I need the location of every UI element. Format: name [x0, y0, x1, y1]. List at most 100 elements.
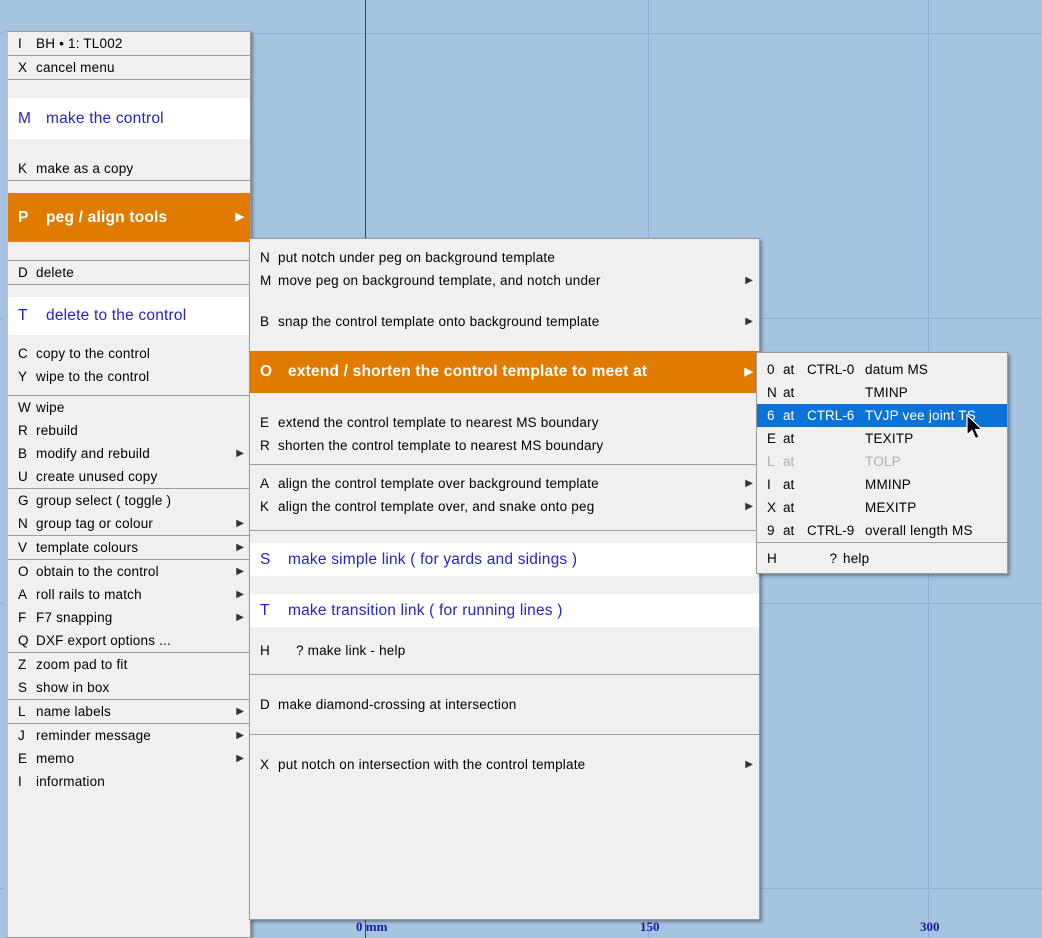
menu-key: N	[260, 250, 270, 265]
menu-label: extend the control template to nearest M…	[278, 415, 599, 430]
menu-spacer	[250, 457, 759, 464]
menu-spacer	[8, 388, 250, 395]
menu-label: put notch under peg on background templa…	[278, 250, 556, 265]
peg-align-tools-submenu[interactable]: N put notch under peg on background temp…	[249, 238, 760, 920]
menu-label: name labels	[36, 704, 111, 719]
menu-item-meet-at-texitp[interactable]: E at TEXITP	[757, 427, 1007, 450]
menu-item-snap-control-onto-background[interactable]: B snap the control template onto backgro…	[250, 310, 759, 333]
menu-item-information[interactable]: I information	[8, 770, 250, 793]
menu-item-memo[interactable]: E memo ▶	[8, 747, 250, 770]
menu-label: peg / align tools	[46, 208, 168, 226]
menu-key: B	[260, 314, 270, 329]
menu-item-put-notch-on-intersection[interactable]: X put notch on intersection with the con…	[250, 753, 759, 776]
submenu-arrow-icon: ▶	[236, 588, 244, 600]
menu-item-template-colours[interactable]: V template colours ▶	[8, 536, 250, 559]
menu-key: H	[767, 551, 777, 566]
menu-item-create-unused-copy[interactable]: U create unused copy	[8, 465, 250, 488]
menu-spacer	[250, 393, 759, 411]
menu-key: E	[18, 751, 28, 766]
menu-label: template colours	[36, 540, 139, 555]
menu-at-word: at	[783, 454, 795, 469]
submenu-arrow-icon: ▶	[236, 729, 244, 741]
menu-key: R	[260, 438, 270, 453]
menu-key: K	[260, 499, 270, 514]
menu-key: H	[260, 643, 270, 658]
menu-item-rebuild[interactable]: R rebuild	[8, 419, 250, 442]
menu-item-put-notch-under-peg[interactable]: N put notch under peg on background temp…	[250, 246, 759, 269]
main-context-menu[interactable]: I BH • 1: TL002 X cancel menu M make the…	[4, 31, 251, 938]
menu-key: D	[260, 697, 270, 712]
menu-item-dxf-export-options[interactable]: Q DXF export options ...	[8, 629, 250, 652]
submenu-arrow-icon: ▶	[236, 517, 244, 529]
menu-item-meet-at-tminp[interactable]: N at TMINP	[757, 381, 1007, 404]
menu-item-meet-at-tvjp-vee-joint-ts[interactable]: 6 at CTRL-6 TVJP vee joint TS	[757, 404, 1007, 427]
menu-item-delete[interactable]: D delete	[8, 261, 250, 284]
menu-item-peg-align-tools[interactable]: P peg / align tools ▶	[8, 193, 250, 242]
menu-item-reminder-message[interactable]: J reminder message ▶	[8, 724, 250, 747]
menu-item-align-over-snake-onto-peg[interactable]: K align the control template over, and s…	[250, 495, 759, 518]
menu-label: memo	[36, 751, 75, 766]
menu-label: reminder message	[36, 728, 151, 743]
menu-item-align-over-background[interactable]: A align the control template over backgr…	[250, 472, 759, 495]
menu-item-make-diamond-crossing[interactable]: D make diamond-crossing at intersection	[250, 693, 759, 716]
menu-label: TMINP	[865, 385, 908, 400]
menu-item-copy-to-the-control[interactable]: C copy to the control	[8, 342, 250, 365]
menu-item-zoom-pad-to-fit[interactable]: Z zoom pad to fit	[8, 653, 250, 676]
menu-item-meet-at-mminp[interactable]: I at MMINP	[757, 473, 1007, 496]
menu-spacer	[250, 239, 759, 246]
menu-item-extend-shorten-to-meet-at[interactable]: O extend / shorten the control template …	[250, 351, 759, 393]
menu-item-template-id[interactable]: I BH • 1: TL002	[8, 32, 250, 55]
menu-spacer	[250, 518, 759, 530]
menu-item-meet-at-datum-ms[interactable]: 0 at CTRL-0 datum MS	[757, 358, 1007, 381]
menu-item-delete-to-the-control[interactable]: T delete to the control	[8, 297, 250, 335]
menu-label: zoom pad to fit	[36, 657, 128, 672]
menu-item-group-select[interactable]: G group select ( toggle )	[8, 489, 250, 512]
menu-item-shorten-to-nearest-ms[interactable]: R shorten the control template to neares…	[250, 434, 759, 457]
menu-key: C	[18, 346, 28, 361]
menu-key: M	[18, 109, 31, 127]
menu-item-meet-at-help[interactable]: H ? help	[757, 547, 1007, 570]
submenu-arrow-icon: ▶	[745, 315, 753, 327]
menu-item-modify-and-rebuild[interactable]: B modify and rebuild ▶	[8, 442, 250, 465]
menu-item-wipe[interactable]: W wipe	[8, 396, 250, 419]
menu-key: 0	[767, 362, 775, 377]
menu-item-meet-at-overall-length-ms[interactable]: 9 at CTRL-9 overall length MS	[757, 519, 1007, 542]
menu-item-meet-at-mexitp[interactable]: X at MEXITP	[757, 496, 1007, 519]
menu-spacer	[8, 285, 250, 297]
menu-item-make-the-control[interactable]: M make the control	[8, 98, 250, 139]
menu-label: align the control template over, and sna…	[278, 499, 595, 514]
menu-label: MEXITP	[865, 500, 917, 515]
menu-item-name-labels[interactable]: L name labels ▶	[8, 700, 250, 723]
menu-spacer	[250, 662, 759, 674]
menu-label: shorten the control template to nearest …	[278, 438, 604, 453]
menu-label: MMINP	[865, 477, 911, 492]
menu-label: roll rails to match	[36, 587, 142, 602]
menu-key: S	[18, 680, 28, 695]
menu-item-obtain-to-the-control[interactable]: O obtain to the control ▶	[8, 560, 250, 583]
menu-key: O	[260, 363, 273, 380]
menu-item-wipe-to-the-control[interactable]: Y wipe to the control	[8, 365, 250, 388]
menu-key: I	[18, 36, 22, 51]
menu-key: K	[18, 161, 28, 176]
menu-key: E	[260, 415, 270, 430]
menu-item-f7-snapping[interactable]: F F7 snapping ▶	[8, 606, 250, 629]
menu-item-group-tag-or-colour[interactable]: N group tag or colour ▶	[8, 512, 250, 535]
menu-key: Y	[18, 369, 28, 384]
menu-item-show-in-box[interactable]: S show in box	[8, 676, 250, 699]
menu-item-make-simple-link[interactable]: S make simple link ( for yards and sidin…	[250, 543, 759, 576]
menu-key: G	[18, 493, 29, 508]
menu-label: make the control	[46, 109, 164, 127]
menu-item-move-peg-on-background[interactable]: M move peg on background template, and n…	[250, 269, 759, 292]
menu-item-extend-to-nearest-ms[interactable]: E extend the control template to nearest…	[250, 411, 759, 434]
menu-item-make-transition-link[interactable]: T make transition link ( for running lin…	[250, 594, 759, 627]
menu-label: make simple link ( for yards and sidings…	[288, 550, 578, 568]
submenu-arrow-icon: ▶	[236, 705, 244, 717]
menu-item-make-link-help[interactable]: H ? make link - help	[250, 639, 759, 662]
menu-key: F	[18, 610, 27, 625]
menu-item-roll-rails-to-match[interactable]: A roll rails to match ▶	[8, 583, 250, 606]
meet-at-submenu[interactable]: 0 at CTRL-0 datum MS N at TMINP 6 at CTR…	[756, 352, 1008, 574]
menu-item-make-as-a-copy[interactable]: K make as a copy	[8, 157, 250, 180]
menu-item-cancel-menu[interactable]: X cancel menu	[8, 56, 250, 79]
menu-label: make diamond-crossing at intersection	[278, 697, 517, 712]
menu-spacer	[250, 333, 759, 351]
